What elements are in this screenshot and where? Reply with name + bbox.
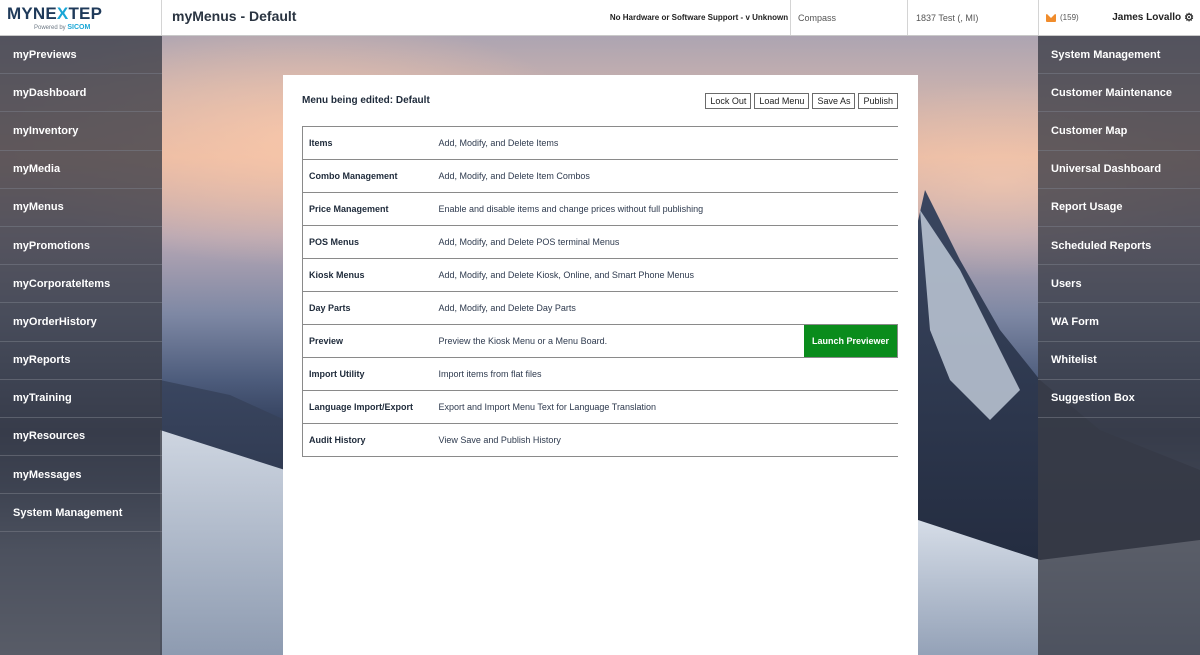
sidebar-item-suggestion-box[interactable]: Suggestion Box (1038, 380, 1200, 418)
row-description: View Save and Publish History (432, 423, 898, 457)
row-description: Export and Import Menu Text for Language… (432, 390, 898, 424)
publish-button[interactable]: Publish (858, 93, 898, 109)
row-description: Add, Modify, and Delete Items (432, 126, 898, 160)
sidebar-item-report-usage[interactable]: Report Usage (1038, 189, 1200, 227)
sidebar-item-myinventory[interactable]: myInventory (0, 112, 162, 151)
row-title[interactable]: POS Menus (302, 225, 433, 259)
row-description: Add, Modify, and Delete Day Parts (432, 291, 898, 325)
table-row[interactable]: Kiosk Menus Add, Modify, and Delete Kios… (302, 258, 898, 292)
row-description: Add, Modify, and Delete Kiosk, Online, a… (432, 258, 898, 292)
sidebar-item-myorderhistory[interactable]: myOrderHistory (0, 303, 162, 342)
left-sidebar: myPreviews myDashboard myInventory myMed… (0, 36, 162, 655)
row-title[interactable]: Day Parts (302, 291, 433, 325)
row-title[interactable]: Import Utility (302, 357, 433, 391)
row-title[interactable]: Combo Management (302, 159, 433, 193)
row-description: Preview the Kiosk Menu or a Menu Board. (432, 324, 804, 358)
table-row[interactable]: Items Add, Modify, and Delete Items (302, 126, 898, 160)
launch-previewer-button[interactable]: Launch Previewer (804, 325, 897, 357)
row-title[interactable]: Preview (302, 324, 433, 358)
sidebar-item-whitelist[interactable]: Whitelist (1038, 342, 1200, 380)
sidebar-item-mydashboard[interactable]: myDashboard (0, 74, 162, 113)
message-count: (159) (1060, 13, 1079, 22)
sidebar-item-customer-map[interactable]: Customer Map (1038, 112, 1200, 151)
menu-toolbar: Lock Out Load Menu Save As Publish (705, 93, 898, 109)
sidebar-item-mymedia[interactable]: myMedia (0, 151, 162, 189)
logo[interactable]: MYNEXTEP Powered by SICOM (0, 0, 162, 35)
sidebar-item-myreports[interactable]: myReports (0, 342, 162, 380)
menu-being-edited-heading: Menu being edited: Default (302, 95, 430, 106)
sidebar-item-customer-maintenance[interactable]: Customer Maintenance (1038, 74, 1200, 113)
sidebar-item-mymessages[interactable]: myMessages (0, 456, 162, 495)
table-row[interactable]: POS Menus Add, Modify, and Delete POS te… (302, 225, 898, 259)
table-row[interactable]: Price Management Enable and disable item… (302, 192, 898, 226)
logo-wordmark: MYNEXTEP (7, 4, 103, 23)
row-title[interactable]: Audit History (302, 423, 433, 457)
store-selector[interactable]: Compass (791, 0, 908, 35)
sidebar-item-mytraining[interactable]: myTraining (0, 380, 162, 418)
user-area: (159) James Lovallo ⚙ (1039, 0, 1200, 35)
row-description: Enable and disable items and change pric… (432, 192, 898, 226)
table-row[interactable]: Import Utility Import items from flat fi… (302, 357, 898, 391)
row-title[interactable]: Items (302, 126, 433, 160)
sidebar-item-scheduled-reports[interactable]: Scheduled Reports (1038, 227, 1200, 266)
sidebar-item-users[interactable]: Users (1038, 265, 1200, 304)
table-row[interactable]: Preview Preview the Kiosk Menu or a Menu… (302, 324, 898, 358)
menu-options-table: Items Add, Modify, and Delete Items Comb… (302, 126, 898, 457)
sidebar-item-mycorporateitems[interactable]: myCorporateItems (0, 265, 162, 304)
row-description: Add, Modify, and Delete Item Combos (432, 159, 898, 193)
location-name: 1837 Test (, MI) (916, 12, 979, 23)
sidebar-item-mypromotions[interactable]: myPromotions (0, 227, 162, 266)
row-title[interactable]: Price Management (302, 192, 433, 226)
sidebar-item-wa-form[interactable]: WA Form (1038, 303, 1200, 342)
support-status-text: No Hardware or Software Support - v Unkn… (609, 13, 789, 22)
envelope-icon (1046, 13, 1056, 22)
sidebar-item-mypreviews[interactable]: myPreviews (0, 36, 162, 75)
user-name: James Lovallo (1112, 12, 1182, 23)
load-menu-button[interactable]: Load Menu (754, 93, 810, 109)
table-row[interactable]: Day Parts Add, Modify, and Delete Day Pa… (302, 291, 898, 325)
row-title[interactable]: Language Import/Export (302, 390, 433, 424)
row-description: Add, Modify, and Delete POS terminal Men… (432, 225, 898, 259)
sidebar-item-system-management[interactable]: System Management (1038, 36, 1200, 75)
gear-icon[interactable]: ⚙ (1184, 11, 1194, 24)
lock-out-button[interactable]: Lock Out (705, 93, 752, 109)
top-bar: MYNEXTEP Powered by SICOM myMenus - Defa… (0, 0, 1200, 36)
sidebar-item-universal-dashboard[interactable]: Universal Dashboard (1038, 151, 1200, 189)
menu-editor-panel: Menu being edited: Default Lock Out Load… (283, 75, 918, 655)
store-name: Compass (798, 12, 837, 23)
table-row[interactable]: Language Import/Export Export and Import… (302, 390, 898, 424)
logo-powered-by: Powered by SICOM (34, 24, 91, 31)
sidebar-item-myresources[interactable]: myResources (0, 418, 162, 457)
messages-button[interactable]: (159) (1046, 13, 1079, 22)
page-title: myMenus - Default (172, 8, 297, 24)
table-row[interactable]: Audit History View Save and Publish Hist… (302, 423, 898, 457)
table-row[interactable]: Combo Management Add, Modify, and Delete… (302, 159, 898, 193)
save-as-button[interactable]: Save As (812, 93, 856, 109)
user-menu[interactable]: James Lovallo ⚙ (1112, 11, 1194, 24)
support-status: No Hardware or Software Support - v Unkn… (608, 0, 791, 35)
right-sidebar: System Management Customer Maintenance C… (1038, 36, 1200, 655)
row-description: Import items from flat files (432, 357, 898, 391)
sidebar-item-mymenus[interactable]: myMenus (0, 189, 162, 227)
location-selector[interactable]: 1837 Test (, MI) (908, 0, 1039, 35)
row-action-cell: Launch Previewer (804, 324, 898, 358)
page-title-area: myMenus - Default (162, 0, 608, 35)
row-title[interactable]: Kiosk Menus (302, 258, 433, 292)
sidebar-item-system-management[interactable]: System Management (0, 494, 162, 533)
